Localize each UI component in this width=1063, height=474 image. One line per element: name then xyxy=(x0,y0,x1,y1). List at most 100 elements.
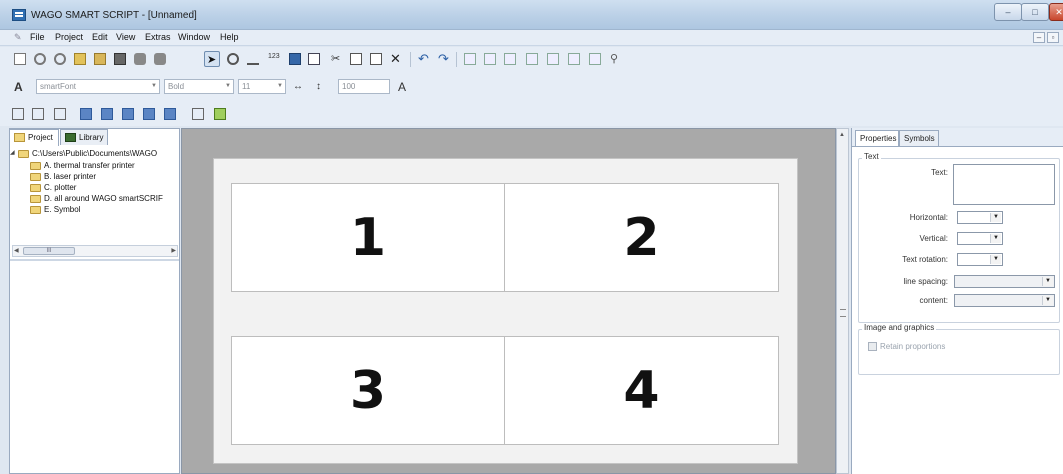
menu-file[interactable]: File xyxy=(30,32,45,42)
font-icon[interactable]: A xyxy=(12,79,28,95)
maximize-button[interactable]: □ xyxy=(1021,3,1049,21)
align-center-icon[interactable] xyxy=(482,51,498,67)
open-icon[interactable] xyxy=(32,51,48,67)
font-style-select[interactable]: Bold ▼ xyxy=(164,79,234,94)
mdi-minimize-button[interactable]: – xyxy=(1033,32,1045,43)
label-cell[interactable]: 2 xyxy=(504,183,779,292)
add-row-icon[interactable] xyxy=(78,106,94,122)
redo-icon[interactable]: ↷ xyxy=(436,51,452,67)
font-name-value: smartFont xyxy=(40,82,77,91)
help-icon[interactable]: ⚲ xyxy=(608,51,624,67)
print-icon[interactable] xyxy=(132,51,148,67)
scroll-grip[interactable] xyxy=(840,309,846,317)
align-bottom-icon[interactable] xyxy=(566,51,582,67)
structure-icon[interactable] xyxy=(190,106,206,122)
folder-icon xyxy=(30,184,41,192)
tab-symbols[interactable]: Symbols xyxy=(899,130,939,146)
menu-extras[interactable]: Extras xyxy=(145,32,171,42)
title-bar: WAGO SMART SCRIPT - [Unnamed] – □ ✕ xyxy=(0,0,1063,30)
mdi-restore-button[interactable]: ▫ xyxy=(1047,32,1059,43)
char-spacing-icon[interactable]: ↔ xyxy=(291,79,307,95)
tree-horizontal-scrollbar[interactable]: ◀ III ▶ xyxy=(12,245,178,257)
print-preview-icon[interactable] xyxy=(152,51,168,67)
font-size-select[interactable]: 11 ▼ xyxy=(238,79,286,94)
pointer-icon[interactable]: ➤ xyxy=(204,51,220,67)
app-icon xyxy=(12,9,26,21)
minimize-button[interactable]: – xyxy=(994,3,1022,21)
font-color-icon[interactable]: A xyxy=(396,79,412,95)
layout-toolbar xyxy=(0,102,1063,126)
menu-help[interactable]: Help xyxy=(220,32,239,42)
undo-icon[interactable]: ↶ xyxy=(416,51,432,67)
horizontal-select[interactable]: ▼ xyxy=(957,211,1003,224)
text-rotation-select[interactable]: ▼ xyxy=(957,253,1003,266)
align-top-icon[interactable] xyxy=(524,51,540,67)
font-name-select[interactable]: smartFont ▼ xyxy=(36,79,160,94)
copy-row-icon[interactable] xyxy=(141,106,157,122)
collapse-arrow-icon: ◢ xyxy=(10,150,15,156)
panel-splitter[interactable] xyxy=(10,259,179,261)
label-cell[interactable]: 4 xyxy=(504,336,779,445)
tree-collapse-icon[interactable] xyxy=(30,106,46,122)
tab-library[interactable]: Library xyxy=(60,129,108,145)
vertical-select[interactable]: ▼ xyxy=(957,232,1003,245)
tab-project[interactable]: Project xyxy=(9,129,59,146)
menu-edit[interactable]: Edit xyxy=(92,32,108,42)
label-cell[interactable]: 1 xyxy=(231,183,505,292)
text-group-label: Text xyxy=(862,152,881,161)
label-number: 2 xyxy=(623,207,660,268)
line-height-icon[interactable]: ↕ xyxy=(314,79,330,95)
menu-bar: ✎ File Project Edit View Extras Window H… xyxy=(0,30,1063,46)
numbering-icon[interactable]: 123 xyxy=(266,51,282,67)
menu-window[interactable]: Window xyxy=(178,32,210,42)
new-icon[interactable] xyxy=(12,51,28,67)
tree-item-label: E. Symbol xyxy=(44,205,81,214)
tree-expand-icon[interactable] xyxy=(10,106,26,122)
delete-row-icon[interactable] xyxy=(120,106,136,122)
menu-project[interactable]: Project xyxy=(55,32,83,42)
scroll-thumb[interactable]: III xyxy=(23,247,75,255)
chevron-down-icon: ▼ xyxy=(990,234,1001,243)
tree-item-label: D. all around WAGO smartSCRIF xyxy=(44,194,163,203)
save-icon[interactable] xyxy=(112,51,128,67)
zoom-icon[interactable] xyxy=(225,51,241,67)
copy-icon[interactable] xyxy=(348,51,364,67)
dice-icon[interactable] xyxy=(306,51,322,67)
align-right-icon[interactable] xyxy=(502,51,518,67)
paste-icon[interactable] xyxy=(368,51,384,67)
library-icon[interactable] xyxy=(92,51,108,67)
scroll-left-icon[interactable]: ◀ xyxy=(14,247,19,254)
project-tree: ◢ C:\Users\Public\Documents\WAGO A. ther… xyxy=(10,147,178,243)
tree-filter-icon[interactable] xyxy=(52,106,68,122)
distribute-icon[interactable] xyxy=(587,51,603,67)
folder-icon xyxy=(30,162,41,170)
ruler-icon[interactable] xyxy=(212,106,228,122)
align-left-icon[interactable] xyxy=(462,51,478,67)
scroll-up-icon[interactable]: ▲ xyxy=(839,132,845,138)
edit-row-icon[interactable] xyxy=(162,106,178,122)
scroll-right-icon[interactable]: ▶ xyxy=(171,247,176,254)
insert-row-icon[interactable] xyxy=(99,106,115,122)
cut-icon[interactable]: ✂ xyxy=(329,51,345,67)
align-middle-icon[interactable] xyxy=(545,51,561,67)
menu-view[interactable]: View xyxy=(116,32,135,42)
label-sheet[interactable]: 1 2 3 4 xyxy=(213,158,798,464)
delete-icon[interactable]: ✕ xyxy=(388,51,404,67)
text-input[interactable] xyxy=(953,164,1055,205)
content-select[interactable]: ▼ xyxy=(954,294,1055,307)
tab-properties[interactable]: Properties xyxy=(855,130,899,146)
matrix-icon[interactable] xyxy=(287,51,303,67)
main-toolbar: ➤ 123 ✂ ✕ ↶ ↷ ⚲ xyxy=(0,47,1063,72)
retain-proportions-checkbox[interactable] xyxy=(868,342,877,351)
open-folder-icon[interactable] xyxy=(52,51,68,67)
line-spacing-select[interactable]: ▼ xyxy=(954,275,1055,288)
line-spacing-label: line spacing: xyxy=(903,277,948,286)
label-cell[interactable]: 3 xyxy=(231,336,505,445)
close-button[interactable]: ✕ xyxy=(1049,3,1063,21)
scale-input[interactable]: 100 xyxy=(338,79,390,94)
edit-text-icon[interactable] xyxy=(245,51,261,67)
chevron-down-icon: ▼ xyxy=(990,213,1001,222)
label-number: 1 xyxy=(349,207,387,268)
canvas-vertical-scrollbar[interactable]: ▲ xyxy=(836,128,849,474)
import-icon[interactable] xyxy=(72,51,88,67)
